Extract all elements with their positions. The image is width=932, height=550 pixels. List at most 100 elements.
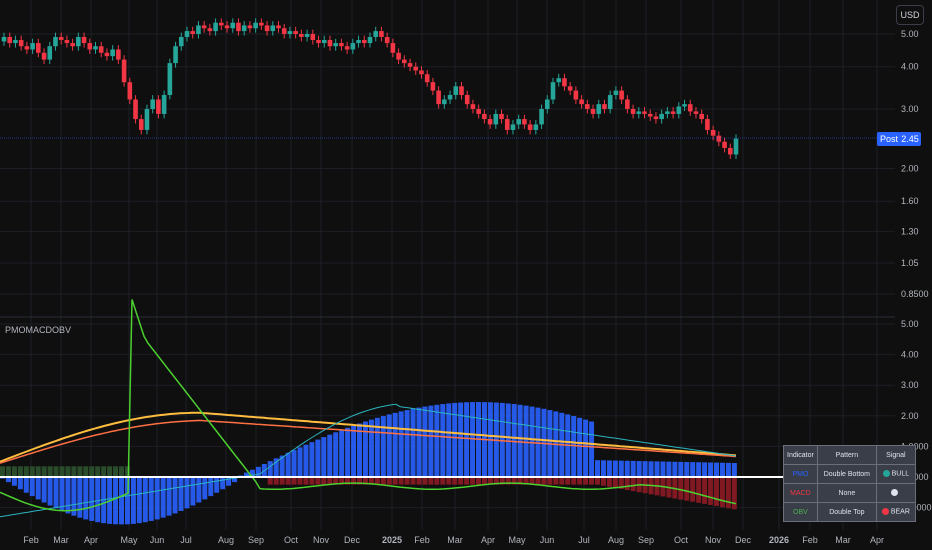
time-tick-label: Feb <box>414 535 430 545</box>
time-tick-label: Jul <box>180 535 192 545</box>
histogram-bar <box>65 477 71 514</box>
obv-histogram-bar <box>606 477 612 487</box>
candle-body <box>47 46 53 60</box>
candle-body <box>413 66 419 71</box>
obv-histogram-bar <box>386 477 392 485</box>
histogram-bar <box>684 462 690 477</box>
candle-body <box>13 39 18 44</box>
histogram-bar <box>119 477 124 525</box>
candle-body <box>459 86 464 95</box>
candle-body <box>384 36 390 44</box>
row-indicator: MACD <box>783 483 818 503</box>
histogram-bar <box>285 452 291 477</box>
candle-body <box>247 25 253 29</box>
bull-dot-icon <box>882 470 890 478</box>
candle-body <box>527 124 533 130</box>
histogram-bar <box>690 462 696 477</box>
obv-histogram-bar <box>541 477 547 485</box>
candle-body <box>602 104 607 109</box>
obv-histogram-bar <box>23 466 29 477</box>
candle-body <box>241 25 247 32</box>
time-tick-label: Apr <box>481 535 495 545</box>
candle-body <box>270 25 276 32</box>
candle-body <box>58 36 64 40</box>
time-axis[interactable]: Feb Mar Apr May Jun Jul Aug Sep Oct Nov Dec 2025 Feb… <box>23 535 884 545</box>
time-tick-label: Sep <box>248 535 264 545</box>
obv-histogram-bar <box>29 466 35 477</box>
candle-body <box>464 94 470 105</box>
histogram-bar <box>511 404 517 477</box>
obv-histogram-bar <box>410 477 416 485</box>
histogram-bar <box>523 405 529 477</box>
currency-button[interactable]: USD <box>896 5 924 25</box>
candle-body <box>276 25 281 29</box>
signal-text: BEAR <box>890 508 910 516</box>
candle-body <box>567 86 573 91</box>
candle-body <box>430 82 436 91</box>
histogram-bar <box>47 477 53 506</box>
candle-body <box>676 106 682 114</box>
time-tick-label: Aug <box>608 535 624 545</box>
obv-histogram-bar <box>684 477 690 501</box>
obv-histogram-bar <box>297 477 303 485</box>
candle-body <box>304 34 310 37</box>
time-tick-label: 2026 <box>769 535 789 545</box>
signal-row-macd: MACD None <box>783 483 916 503</box>
candle-body <box>442 99 447 105</box>
obv-histogram-bar <box>422 477 428 485</box>
neutral-dot-icon <box>891 489 899 497</box>
candle-body <box>327 39 333 47</box>
indicator-tick-label: 3.00 <box>901 380 919 390</box>
row-pattern: Double Bottom <box>816 464 877 484</box>
candle-body <box>41 52 47 60</box>
obv-histogram-bar <box>398 477 404 485</box>
candle-body <box>144 108 150 130</box>
candle-body <box>727 147 733 155</box>
candle-body <box>104 52 110 57</box>
candle-body <box>550 82 556 100</box>
histogram-bar <box>113 477 119 525</box>
histogram-bar <box>35 477 41 500</box>
histogram-bar <box>464 402 470 477</box>
candle-body <box>407 63 413 67</box>
obv-histogram-bar <box>678 477 684 500</box>
obv-histogram-bar <box>452 477 458 485</box>
time-tick-label: Apr <box>870 535 884 545</box>
histogram-bar <box>17 477 23 490</box>
candle-body <box>178 36 184 47</box>
time-tick-label: Jun <box>540 535 555 545</box>
indicator-tick-label: 4.00 <box>901 350 919 360</box>
histogram-bar <box>178 477 184 511</box>
obv-histogram-bar <box>600 477 606 486</box>
histogram-bar <box>428 405 434 477</box>
obv-histogram-bar <box>553 477 559 485</box>
indicator-title[interactable]: PMOMACDOBV <box>5 325 71 335</box>
histogram-bar <box>220 477 226 490</box>
obv-histogram-bar <box>107 466 113 477</box>
obv-histogram-bar <box>0 466 5 477</box>
price-tick-label: 5.00 <box>901 29 919 39</box>
histogram-bar <box>136 477 142 524</box>
histogram-bar <box>202 477 208 500</box>
signal-row-obv: OBV Double Top BEAR <box>783 502 916 522</box>
candle-body <box>579 99 584 105</box>
candle-body <box>293 31 298 34</box>
candle-body <box>453 86 459 95</box>
candle-body <box>1 36 7 42</box>
candle-body <box>333 43 338 47</box>
histogram-bar <box>678 461 684 477</box>
histogram-bar <box>422 406 428 477</box>
histogram-bar <box>696 462 702 477</box>
histogram-bar <box>654 461 660 477</box>
obv-histogram-bar <box>458 477 464 485</box>
candle-body <box>310 34 316 40</box>
time-tick-label: Dec <box>735 535 752 545</box>
header-indicator: Indicator <box>783 445 818 465</box>
candle-body <box>424 74 430 83</box>
histogram-bar <box>702 462 708 477</box>
price-axis[interactable]: 5.00 4.00 3.00 2.00 1.60 1.30 1.05 0.8500 <box>901 29 929 299</box>
obv-histogram-bar <box>101 466 107 477</box>
candle-body <box>447 94 453 100</box>
histogram-bar <box>725 462 731 477</box>
candle-body <box>482 113 487 120</box>
